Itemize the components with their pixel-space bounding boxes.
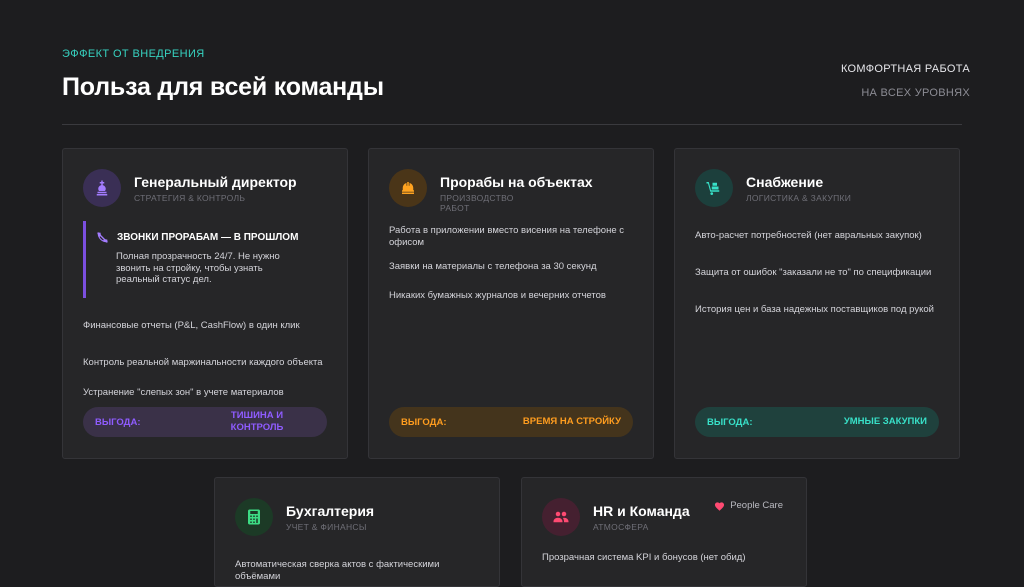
card-foremen-title: Прорабы на объектах xyxy=(440,174,593,190)
benefit-pill: ВЫГОДА: ТИШИНА И КОНТРОЛЬ xyxy=(83,407,327,437)
card-director-title: Генеральный директор xyxy=(134,174,297,190)
dolly-icon xyxy=(695,169,733,207)
card-foremen-subtitle: ПРОИЗВОДСТВО РАБОТ xyxy=(440,193,514,213)
list-item: Никаких бумажных журналов и вечерних отч… xyxy=(389,290,606,301)
director-highlight: ЗВОНКИ ПРОРАБАМ — В ПРОШЛОМ Полная прозр… xyxy=(83,221,326,298)
list-item: Авто-расчет потребностей (нет авральных … xyxy=(695,230,922,241)
list-item: Устранение "слепых зон" в учете материал… xyxy=(83,387,284,398)
benefit-label: ВЫГОДА: xyxy=(95,416,141,428)
tag-primary: КОМФОРТНАЯ РАБОТА xyxy=(840,63,970,75)
list-item: Работа в приложении вместо висения на те… xyxy=(389,225,624,248)
benefit-label: ВЫГОДА: xyxy=(401,416,447,428)
heart-icon xyxy=(715,501,725,511)
card-foremen: Прорабы на объектах ПРОИЗВОДСТВО РАБОТ Р… xyxy=(368,148,654,459)
highlight-text: Полная прозрачность 24/7. Не нужно звони… xyxy=(116,251,280,285)
card-director: Генеральный директор СТРАТЕГИЯ & КОНТРОЛ… xyxy=(62,148,348,459)
card-supply-subtitle: ЛОГИСТИКА & ЗАКУПКИ xyxy=(746,193,852,203)
card-hr-title: HR и Команда xyxy=(593,503,690,519)
hard-hat-icon xyxy=(389,169,427,207)
benefit-value: ТИШИНА И КОНТРОЛЬ xyxy=(230,410,284,433)
people-care-badge: People Care xyxy=(714,500,783,511)
benefit-pill: ВЫГОДА: ВРЕМЯ НА СТРОЙКУ xyxy=(389,407,633,437)
highlight-title: ЗВОНКИ ПРОРАБАМ — В ПРОШЛОМ xyxy=(117,232,299,243)
benefit-value: ВРЕМЯ НА СТРОЙКУ xyxy=(522,416,621,427)
list-item: История цен и база надежных поставщиков … xyxy=(695,304,934,315)
card-hr: HR и Команда АТМОСФЕРА People Care Прозр… xyxy=(521,477,807,587)
page-title: Польза для всей команды xyxy=(62,73,384,101)
card-accounting-subtitle: УЧЕТ & ФИНАНСЫ xyxy=(286,522,367,532)
header-divider xyxy=(62,124,962,125)
list-item: Защита от ошибок "заказали не то" по спе… xyxy=(695,267,932,278)
phone-slash-icon xyxy=(97,232,108,243)
eyebrow-label: ЭФФЕКТ ОТ ВНЕДРЕНИЯ xyxy=(62,48,205,60)
list-item: Финансовые отчеты (P&L, CashFlow) в один… xyxy=(83,320,300,331)
card-director-subtitle: СТРАТЕГИЯ & КОНТРОЛЬ xyxy=(134,193,246,203)
list-item: Прозрачная система KPI и бонусов (нет об… xyxy=(542,552,746,563)
people-care-label: People Care xyxy=(730,500,783,511)
list-item: Контроль реальной маржинальности каждого… xyxy=(83,357,323,368)
card-hr-subtitle: АТМОСФЕРА xyxy=(593,522,649,532)
chess-king-icon xyxy=(83,169,121,207)
users-icon xyxy=(542,498,580,536)
card-supply-title: Снабжение xyxy=(746,174,824,190)
card-accounting-title: Бухгалтерия xyxy=(286,503,375,519)
list-item: Автоматическая сверка актов с фактически… xyxy=(235,559,440,582)
list-item: Заявки на материалы с телефона за 30 сек… xyxy=(389,261,597,272)
benefit-pill: ВЫГОДА: УМНЫЕ ЗАКУПКИ xyxy=(695,407,939,437)
benefit-value: УМНЫЕ ЗАКУПКИ xyxy=(843,416,927,427)
tag-secondary: НА ВСЕХ УРОВНЯХ xyxy=(861,87,970,99)
card-supply: Снабжение ЛОГИСТИКА & ЗАКУПКИ Авто-расче… xyxy=(674,148,960,459)
calculator-icon xyxy=(235,498,273,536)
card-accounting: Бухгалтерия УЧЕТ & ФИНАНСЫ Автоматическа… xyxy=(214,477,500,587)
benefit-label: ВЫГОДА: xyxy=(707,416,753,428)
